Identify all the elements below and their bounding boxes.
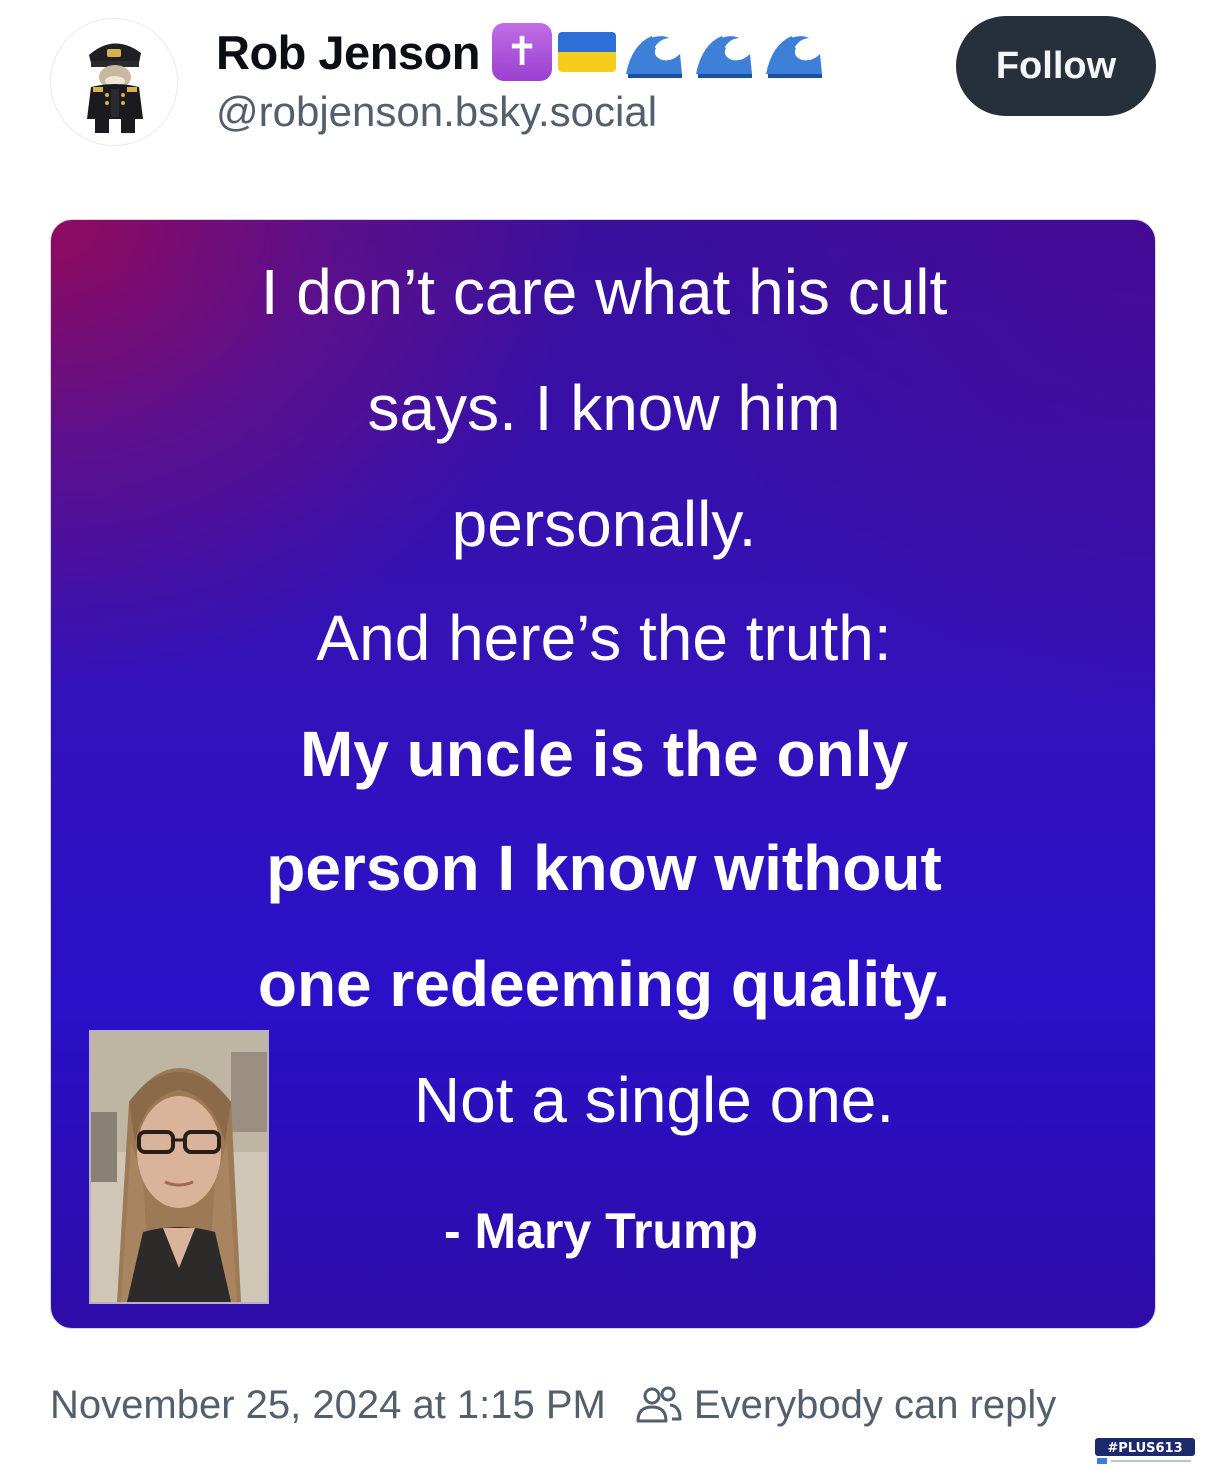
watermark-text: #PLUS613 [1107, 1441, 1182, 1456]
author-avatar[interactable] [50, 18, 178, 146]
ukraine-flag-icon [557, 32, 616, 72]
watermark-logo: #PLUS613 [1095, 1438, 1195, 1464]
water-wave-icon [692, 24, 756, 80]
portrait-photo [89, 1030, 269, 1304]
quote-line: personally. [451, 488, 757, 560]
latin-cross-icon: ✝ [491, 23, 552, 81]
water-wave-icon [762, 24, 826, 80]
quote-line: I don’t care what his cult [260, 256, 948, 328]
name-emoji-row: ✝ [491, 23, 826, 81]
quote-line: says. I know him [367, 372, 841, 444]
post-timestamp[interactable]: November 25, 2024 at 1:15 PM [50, 1383, 606, 1428]
quote-line-emphasis: one redeeming quality. [257, 948, 951, 1020]
follow-button[interactable]: Follow [956, 16, 1156, 116]
author-handle[interactable]: @robjenson.bsky.social [216, 88, 657, 136]
quote-line-emphasis: person I know without [266, 832, 942, 904]
quote-line: And here’s the truth: [316, 602, 892, 674]
water-wave-icon [622, 24, 686, 80]
captain-avatar-icon [51, 19, 177, 145]
post-meta-row: November 25, 2024 at 1:15 PM Everybody c… [50, 1378, 1056, 1432]
reply-setting-label: Everybody can reply [693, 1382, 1057, 1427]
author-name-row: Rob Jenson ✝ [216, 22, 826, 82]
post-image[interactable]: I don’t care what his cult says. I know … [50, 219, 1156, 1329]
reply-setting[interactable]: Everybody can reply [634, 1383, 1056, 1428]
author-display-name[interactable]: Rob Jenson [216, 25, 480, 80]
people-icon [636, 1386, 682, 1423]
quote-line-emphasis: My uncle is the only [299, 718, 909, 790]
woman-portrait-icon [91, 1032, 267, 1302]
